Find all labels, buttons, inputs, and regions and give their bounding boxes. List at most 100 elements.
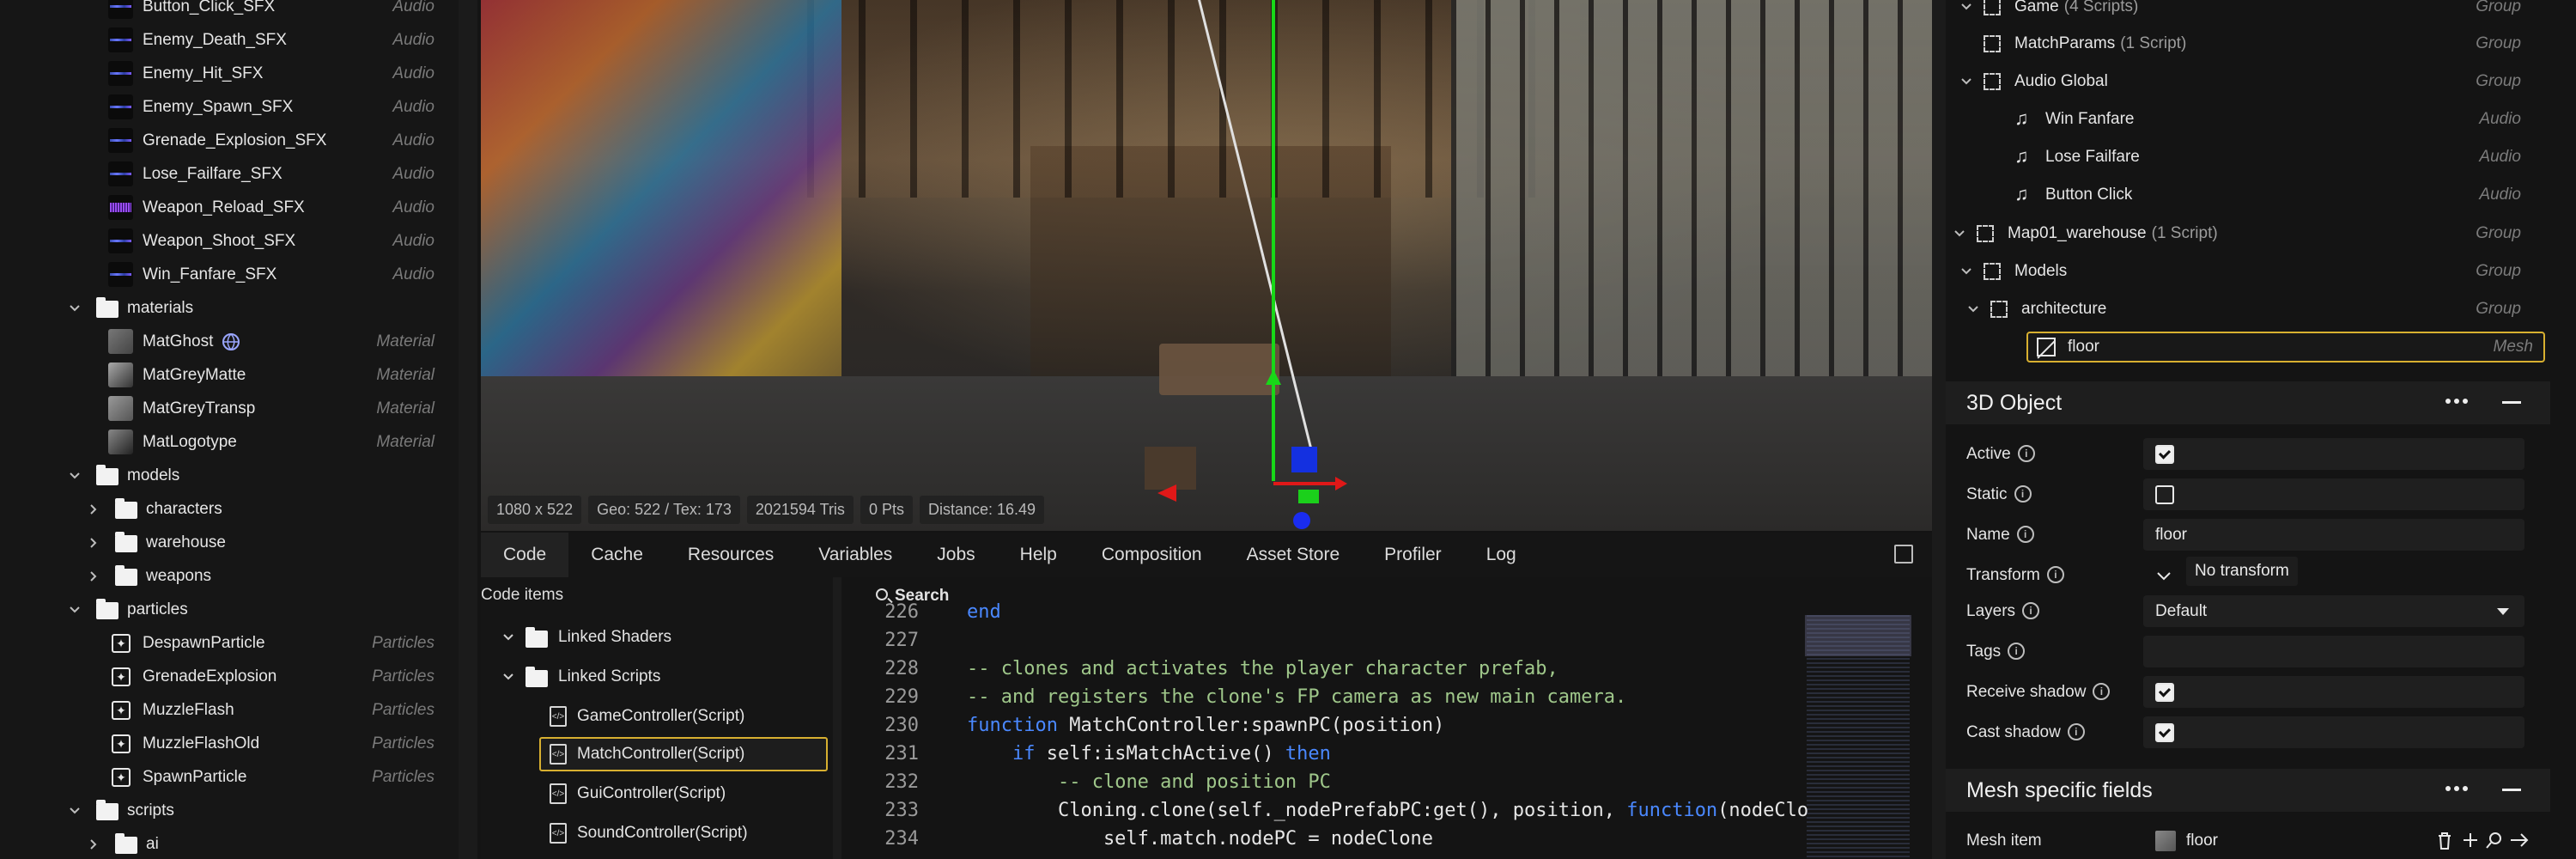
code-line[interactable]: 229 -- and registers the clone's FP camer… <box>845 683 1781 711</box>
tags-input[interactable] <box>2143 636 2524 667</box>
chevron-down-icon[interactable] <box>1959 265 1973 278</box>
info-icon[interactable]: i <box>2067 723 2085 741</box>
folder-ai[interactable]: ai <box>0 827 459 859</box>
asset-item-audio[interactable]: Enemy_Spawn_SFX Audio <box>0 90 459 124</box>
chevron-down-icon[interactable] <box>67 301 82 316</box>
asset-item-particle[interactable]: ✦ MuzzleFlash Particles <box>0 693 459 727</box>
code-line[interactable]: 233 Cloning.clone(self._nodePrefabPC:get… <box>845 796 1808 825</box>
info-icon[interactable]: i <box>2016 526 2034 544</box>
chevron-down-icon[interactable] <box>1959 0 1973 14</box>
active-checkbox[interactable] <box>2155 444 2174 464</box>
more-options-icon[interactable] <box>2445 399 2468 405</box>
gizmo-x-axis[interactable] <box>1273 477 1347 490</box>
folder-scripts[interactable]: scripts <box>0 794 459 827</box>
asset-item-particle[interactable]: ✦ SpawnParticle Particles <box>0 760 459 794</box>
code-editor[interactable]: Search 226 end 227 228 -- clones and activat… <box>845 577 1932 859</box>
folder-weapons[interactable]: weapons <box>0 559 459 593</box>
tab-jobs[interactable]: Jobs <box>914 533 997 577</box>
code-line[interactable]: 231 if self:isMatchActive() then <box>845 740 1781 768</box>
code-line[interactable]: 230 function MatchController:spawnPC(posi… <box>845 711 1781 740</box>
minimap-viewport-thumb[interactable] <box>1805 615 1911 656</box>
tab-cache[interactable]: Cache <box>568 533 665 577</box>
gizmo-plane-handle[interactable] <box>1298 490 1319 503</box>
code-line[interactable]: 232 -- clone and position PC <box>845 768 1781 796</box>
info-icon[interactable]: i <box>2017 445 2035 463</box>
arrow-right-icon[interactable] <box>2509 831 2530 850</box>
code-group-linked-scripts[interactable]: Linked Scripts <box>501 660 828 694</box>
receive-shadow-checkbox[interactable] <box>2155 682 2174 702</box>
tab-log[interactable]: Log <box>1464 533 1539 577</box>
more-options-icon[interactable] <box>2445 786 2468 793</box>
folder-particles[interactable]: particles <box>0 593 459 626</box>
code-line[interactable]: 234 self.match.nodePC = nodeClone <box>845 825 1781 853</box>
asset-tree-scrollbar[interactable] <box>459 0 477 859</box>
chevron-right-icon[interactable] <box>86 535 101 551</box>
asset-item-particle[interactable]: ✦ DespawnParticle Particles <box>0 626 459 660</box>
scene-viewport[interactable]: 1080 x 522 Geo: 522 / Tex: 173 2021594 T… <box>481 0 1932 531</box>
mesh-item-field[interactable]: floor <box>2143 825 2430 856</box>
hierarchy-item-group[interactable]: Map01_warehouse (1 Script) Group <box>1946 215 2550 253</box>
layers-dropdown[interactable]: Default <box>2143 595 2524 627</box>
gizmo-x-negative[interactable] <box>1157 484 1176 502</box>
add-icon[interactable] <box>2461 831 2480 850</box>
inspector-scrollbar[interactable] <box>1932 0 1946 859</box>
tab-resources[interactable]: Resources <box>665 533 796 577</box>
trash-icon[interactable] <box>2435 831 2454 851</box>
gizmo-z-dot[interactable] <box>1293 512 1310 529</box>
asset-item-audio[interactable]: Weapon_Shoot_SFX Audio <box>0 224 459 258</box>
asset-item-material[interactable]: MatGhost Material <box>0 325 459 358</box>
asset-item-material[interactable]: MatGreyMatte Material <box>0 358 459 392</box>
script-item[interactable]: </> SoundController(Script) <box>541 816 828 850</box>
chevron-down-icon[interactable] <box>67 803 82 819</box>
chevron-down-icon[interactable] <box>1966 302 1980 316</box>
expand-icon[interactable] <box>1894 545 1913 564</box>
info-icon[interactable]: i <box>2046 566 2064 584</box>
chevron-right-icon[interactable] <box>86 837 101 852</box>
info-icon[interactable]: i <box>2022 602 2040 620</box>
code-line[interactable]: 226 end <box>845 598 1781 626</box>
hierarchy-item-note[interactable]: ♫ Lose Failfare Audio <box>1946 138 2550 176</box>
folder-warehouse[interactable]: warehouse <box>0 526 459 559</box>
tab-profiler[interactable]: Profiler <box>1362 533 1464 577</box>
info-icon[interactable]: i <box>2014 485 2032 503</box>
chevron-down-icon[interactable] <box>1959 75 1973 88</box>
chevron-down-icon[interactable] <box>1953 227 1966 241</box>
chevron-right-icon[interactable] <box>86 569 101 584</box>
folder-models[interactable]: models <box>0 459 459 492</box>
name-input[interactable]: floor <box>2143 519 2524 551</box>
chevron-down-icon[interactable] <box>67 468 82 484</box>
hierarchy-item-mesh[interactable]: floor Mesh <box>2026 332 2545 362</box>
code-line[interactable]: 228 -- clones and activates the player ch… <box>845 655 1781 683</box>
tab-help[interactable]: Help <box>998 533 1079 577</box>
info-icon[interactable]: i <box>2008 643 2026 661</box>
asset-item-particle[interactable]: ✦ MuzzleFlashOld Particles <box>0 727 459 760</box>
search-icon[interactable] <box>2485 831 2504 850</box>
cast-shadow-checkbox[interactable] <box>2155 722 2174 742</box>
hierarchy-item-note[interactable]: ♫ Button Click Audio <box>1946 176 2550 214</box>
info-icon[interactable]: i <box>2093 683 2111 701</box>
folder-characters[interactable]: characters <box>0 492 459 526</box>
chevron-right-icon[interactable] <box>86 502 101 517</box>
tab-code[interactable]: Code <box>481 533 569 577</box>
tab-asset-store[interactable]: Asset Store <box>1224 533 1363 577</box>
hierarchy-item-group[interactable]: Models Group <box>1946 253 2550 290</box>
hierarchy-item-note[interactable]: ♫ Win Fanfare Audio <box>1946 101 2550 138</box>
asset-item-audio[interactable]: Button_Click_SFX Audio <box>0 0 459 23</box>
asset-item-audio[interactable]: Enemy_Hit_SFX Audio <box>0 57 459 90</box>
hierarchy-item-group[interactable]: Audio Global Group <box>1946 63 2550 101</box>
asset-item-audio[interactable]: Weapon_Reload_SFX Audio <box>0 191 459 224</box>
asset-item-audio[interactable]: Enemy_Death_SFX Audio <box>0 23 459 57</box>
chevron-down-icon[interactable] <box>67 602 82 618</box>
collapse-icon[interactable] <box>2502 789 2521 791</box>
asset-item-audio[interactable]: Grenade_Explosion_SFX Audio <box>0 124 459 157</box>
script-item-selected[interactable]: </> MatchController(Script) <box>539 737 828 771</box>
gizmo-z-handle[interactable] <box>1291 447 1317 472</box>
hierarchy-item-group[interactable]: MatchParams (1 Script) Group <box>1946 25 2550 63</box>
folder-materials[interactable]: materials <box>0 291 459 325</box>
asset-item-material[interactable]: MatLogotype Material <box>0 425 459 459</box>
tab-variables[interactable]: Variables <box>796 533 914 577</box>
hierarchy-item-group[interactable]: Game (4 Scripts) Group <box>1946 0 2550 26</box>
gizmo-y-axis[interactable] <box>1266 0 1281 481</box>
asset-item-audio[interactable]: Win_Fanfare_SFX Audio <box>0 258 459 291</box>
chevron-down-icon[interactable] <box>2155 567 2172 584</box>
